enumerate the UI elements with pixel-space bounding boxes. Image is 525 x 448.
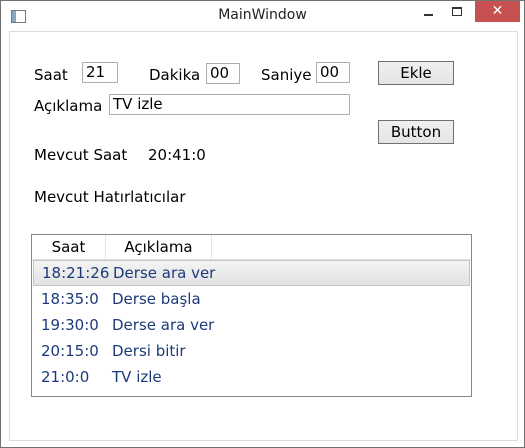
maximize-button[interactable] bbox=[444, 1, 470, 22]
main-window: MainWindow ✕ Saat 21 Dakika 00 Saniye 00… bbox=[0, 0, 525, 448]
title-bar[interactable]: MainWindow ✕ bbox=[1, 1, 524, 31]
list-header: Saat Açıklama bbox=[32, 235, 471, 260]
reminders-label: Mevcut Hatırlatıcılar bbox=[34, 188, 186, 206]
list-item[interactable]: 19:30:0 Derse ara ver bbox=[32, 312, 471, 338]
row-description: Derse ara ver bbox=[112, 316, 215, 334]
row-description: TV izle bbox=[112, 368, 162, 386]
description-input[interactable]: TV izle bbox=[109, 94, 350, 115]
button[interactable]: Button bbox=[378, 120, 454, 144]
description-label: Açıklama bbox=[34, 97, 103, 115]
row-description: Derse ara ver bbox=[113, 264, 216, 282]
hour-input[interactable]: 21 bbox=[82, 62, 118, 83]
list-item[interactable]: 18:21:26 Derse ara ver bbox=[33, 260, 470, 286]
row-time: 20:15:0 bbox=[41, 342, 99, 360]
row-time: 18:35:0 bbox=[41, 290, 99, 308]
row-time: 18:21:26 bbox=[42, 264, 110, 282]
list-item[interactable]: 20:15:0 Dersi bitir bbox=[32, 338, 471, 364]
close-icon: ✕ bbox=[491, 3, 504, 19]
row-time: 21:0:0 bbox=[41, 368, 90, 386]
list-item[interactable]: 18:35:0 Derse başla bbox=[32, 286, 471, 312]
hour-label: Saat bbox=[34, 66, 68, 84]
column-header-saat[interactable]: Saat bbox=[32, 235, 106, 259]
close-button[interactable]: ✕ bbox=[475, 1, 520, 22]
minute-input[interactable]: 00 bbox=[206, 63, 240, 84]
client-area: Saat 21 Dakika 00 Saniye 00 Ekle Açıklam… bbox=[9, 31, 518, 441]
minimize-button[interactable] bbox=[415, 1, 441, 22]
row-description: Derse başla bbox=[112, 290, 201, 308]
column-header-aciklama[interactable]: Açıklama bbox=[106, 235, 212, 259]
list-rows: 18:21:26 Derse ara ver 18:35:0 Derse baş… bbox=[32, 260, 471, 390]
list-item[interactable]: 21:0:0 TV izle bbox=[32, 364, 471, 390]
current-time-value: 20:41:0 bbox=[148, 146, 206, 164]
reminders-list[interactable]: Saat Açıklama 18:21:26 Derse ara ver 18:… bbox=[31, 234, 472, 397]
second-input[interactable]: 00 bbox=[316, 62, 350, 83]
current-time-label: Mevcut Saat bbox=[34, 146, 128, 164]
row-description: Dersi bitir bbox=[112, 342, 186, 360]
minute-label: Dakika bbox=[149, 66, 201, 84]
second-label: Saniye bbox=[261, 66, 312, 84]
add-button[interactable]: Ekle bbox=[378, 61, 454, 85]
row-time: 19:30:0 bbox=[41, 316, 99, 334]
